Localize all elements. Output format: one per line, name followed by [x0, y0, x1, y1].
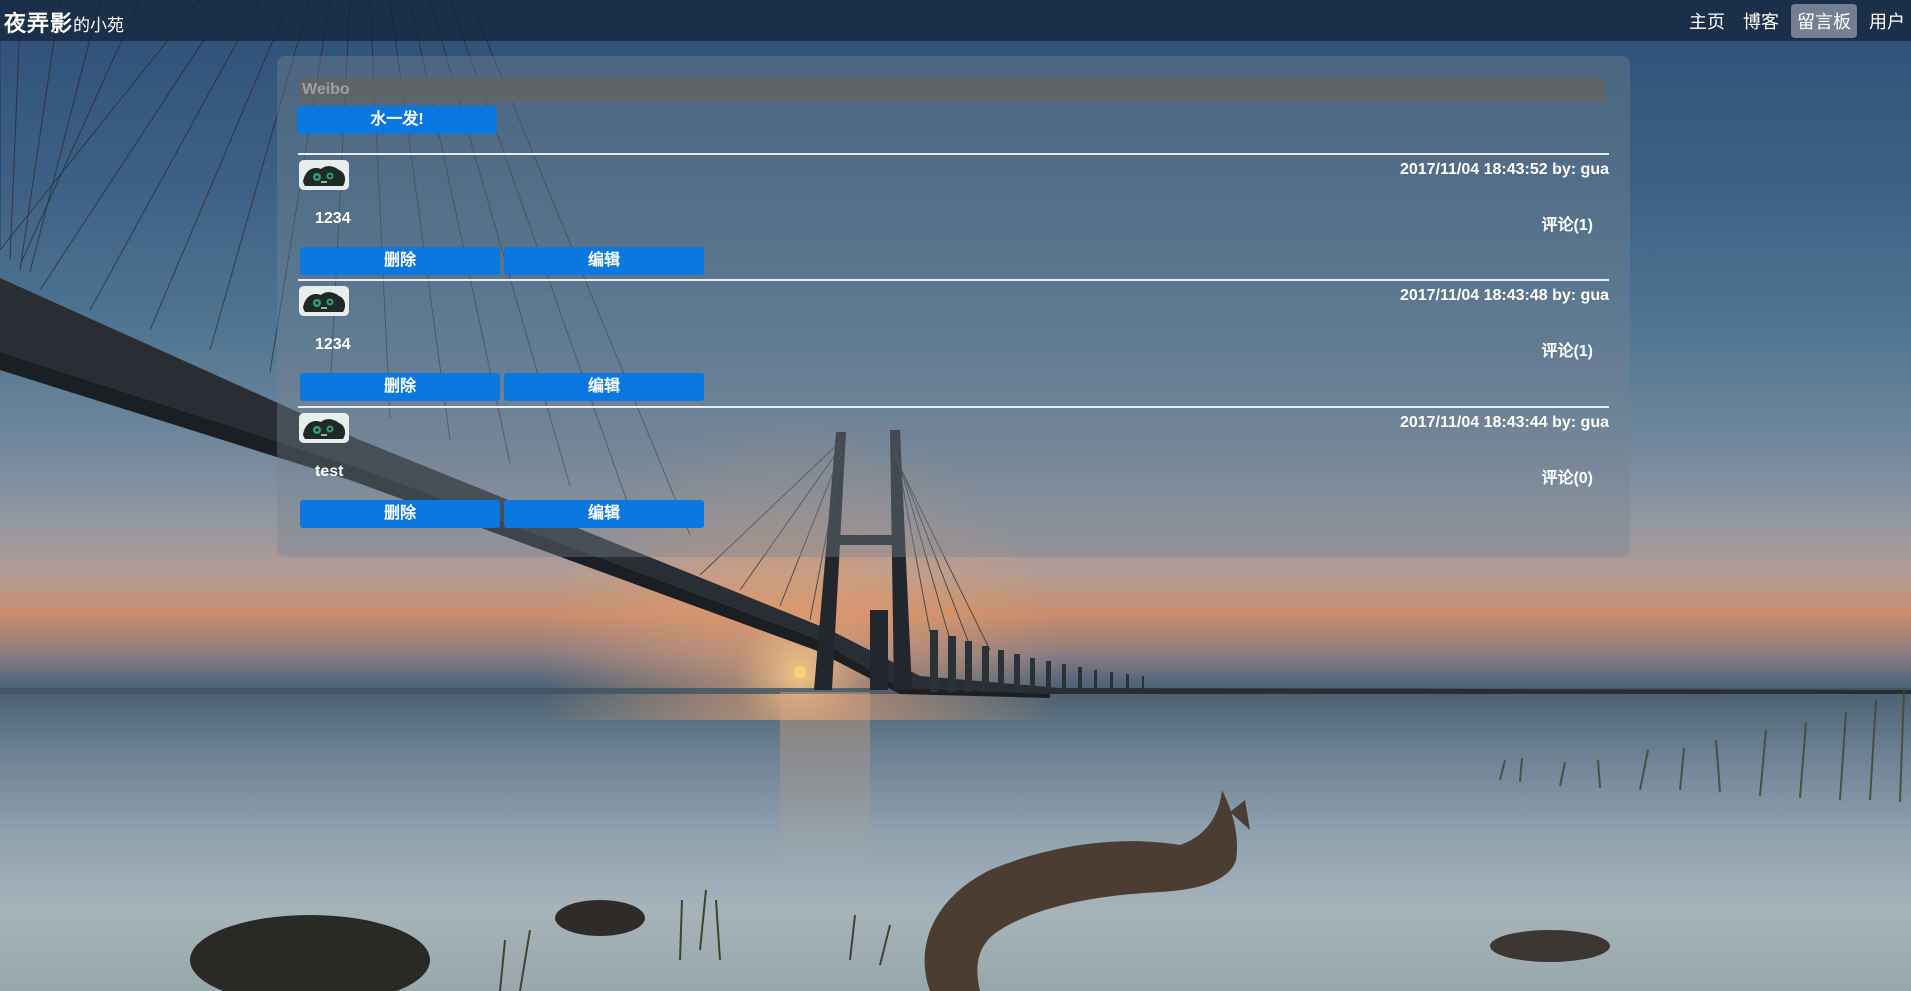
brand-name: 夜弄影: [4, 11, 74, 36]
post-author: gua: [1580, 414, 1609, 431]
edit-button[interactable]: 编辑: [504, 500, 704, 528]
comments-link[interactable]: 评论(0): [1541, 464, 1593, 488]
post-meta: 2017/11/04 18:43:44 by: gua: [1400, 414, 1609, 432]
weibo-item: 2017/11/04 18:43:44 by: gua test 评论(0) 删…: [298, 406, 1609, 532]
site-brand[interactable]: 夜弄影的小苑: [4, 6, 124, 38]
avatar: [299, 160, 349, 190]
post-author: gua: [1580, 287, 1609, 304]
weibo-item: 2017/11/04 18:43:48 by: gua 1234 评论(1) 删…: [298, 279, 1609, 405]
nav-link-blog[interactable]: 博客: [1737, 4, 1785, 38]
post-button[interactable]: 水一发!: [297, 106, 497, 134]
post-timestamp: 2017/11/04 18:43:44: [1399, 414, 1548, 431]
delete-button[interactable]: 删除: [300, 500, 500, 528]
post-content: 1234: [315, 210, 351, 227]
post-meta: 2017/11/04 18:43:48 by: gua: [1400, 287, 1609, 305]
top-navbar: 夜弄影的小苑 主页 博客 留言板 用户: [0, 0, 1911, 41]
post-content: test: [315, 463, 344, 480]
weibo-item: 2017/11/04 18:43:52 by: gua 1234 评论(1) 删…: [298, 153, 1609, 279]
author-prefix: by:: [1552, 414, 1577, 431]
post-meta: 2017/11/04 18:43:52 by: gua: [1400, 161, 1609, 179]
delete-button[interactable]: 删除: [300, 247, 500, 275]
avatar-image: [299, 413, 349, 443]
weibo-input[interactable]: [298, 78, 1605, 102]
weibo-card: 水一发! 2017/11/04 18:43:52 by: gua 1234 评论…: [277, 56, 1630, 557]
avatar-image: [299, 160, 349, 190]
post-timestamp: 2017/11/04 18:43:48: [1399, 287, 1548, 304]
author-prefix: by:: [1552, 161, 1577, 178]
avatar: [299, 413, 349, 443]
author-prefix: by:: [1552, 287, 1577, 304]
divider: [298, 153, 1609, 155]
nav-link-user[interactable]: 用户: [1863, 4, 1911, 38]
avatar-image: [299, 286, 349, 316]
brand-suffix: 的小苑: [73, 16, 125, 35]
divider: [298, 406, 1609, 408]
post-timestamp: 2017/11/04 18:43:52: [1399, 161, 1548, 178]
nav-links: 主页 博客 留言板 用户: [1677, 3, 1911, 38]
delete-button[interactable]: 删除: [300, 373, 500, 401]
nav-link-message-board[interactable]: 留言板: [1791, 3, 1857, 38]
avatar: [299, 286, 349, 316]
comments-link[interactable]: 评论(1): [1541, 337, 1593, 361]
post-author: gua: [1580, 161, 1609, 178]
edit-button[interactable]: 编辑: [504, 247, 704, 275]
nav-link-home[interactable]: 主页: [1683, 4, 1731, 38]
edit-button[interactable]: 编辑: [504, 373, 704, 401]
comments-link[interactable]: 评论(1): [1541, 211, 1593, 235]
post-content: 1234: [315, 336, 351, 353]
divider: [298, 279, 1609, 281]
